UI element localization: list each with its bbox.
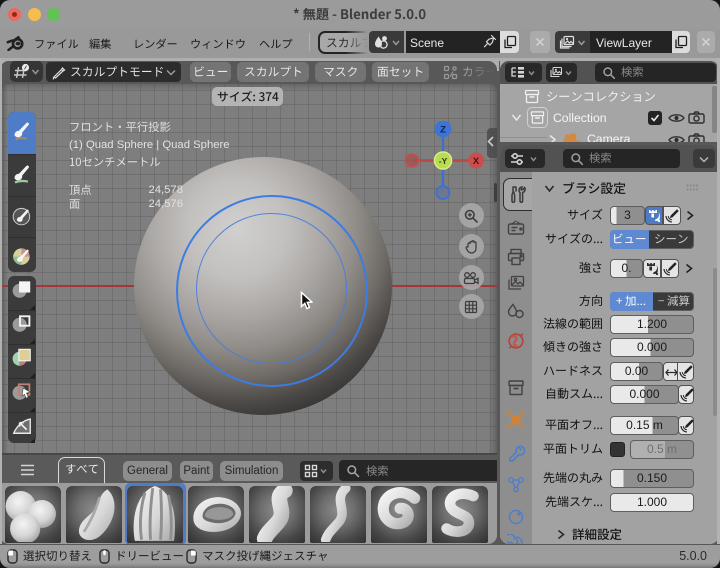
svg-text:X: X — [473, 156, 480, 167]
svg-text:-Y: -Y — [439, 155, 448, 165]
svg-text:Z: Z — [440, 124, 446, 135]
